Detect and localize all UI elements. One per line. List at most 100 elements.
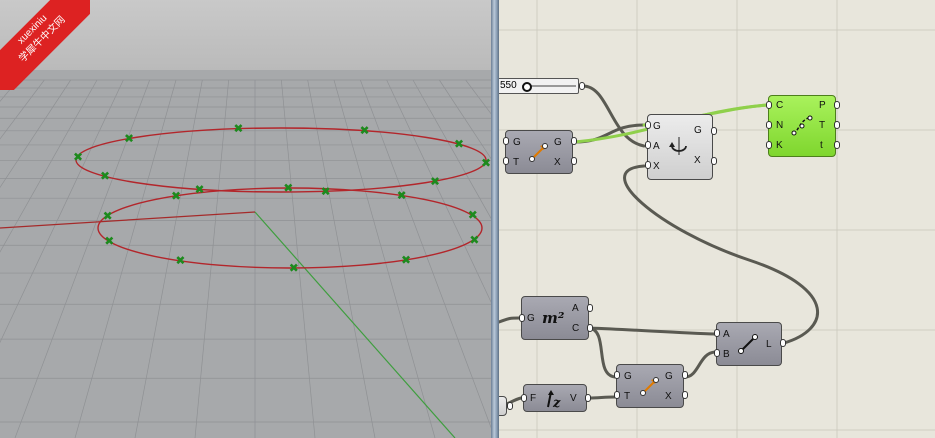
unitz-output-v: V xyxy=(570,393,577,404)
division-point-marker: ✖ xyxy=(283,181,293,195)
move2-input-g: G xyxy=(624,371,632,382)
port-nub[interactable] xyxy=(714,329,720,337)
rotate-icon xyxy=(669,137,687,155)
division-point-marker: ✖ xyxy=(359,124,369,138)
line-icon xyxy=(738,334,758,354)
unit-z-icon: z xyxy=(547,390,561,409)
port-nub[interactable] xyxy=(834,121,840,129)
rhino-viewport[interactable]: ✖ ✖ ✖ ✖ ✖ ✖ ✖ ✖ ✖ ✖ ✖ ✖ ✖ ✖ ✖ ✖ ✖ ✖ ✖ ✖ xuexiniu 学犀牛中文网 xyxy=(0,0,491,438)
rotate-input-x: X xyxy=(653,161,660,172)
move2-output-g: G xyxy=(665,371,673,382)
number-slider[interactable]: 550 xyxy=(499,78,579,94)
area-output-c: C xyxy=(572,323,580,334)
move-output-x: X xyxy=(554,157,561,168)
site-badge: xuexiniu 学犀牛中文网 xyxy=(0,0,90,90)
division-point-marker: ✖ xyxy=(468,208,478,222)
division-point-marker: ✖ xyxy=(73,150,83,164)
port-nub[interactable] xyxy=(571,137,577,145)
port-nub[interactable] xyxy=(682,391,688,399)
division-point-marker: ✖ xyxy=(100,169,110,183)
rotate-input-g: G xyxy=(653,121,661,132)
port-nub[interactable] xyxy=(585,394,591,402)
port-nub[interactable] xyxy=(834,101,840,109)
area-m2-icon: m² xyxy=(542,309,565,327)
rotate-component[interactable]: G A X G X xyxy=(647,114,713,180)
port-nub[interactable] xyxy=(766,121,772,129)
division-point-marker: ✖ xyxy=(397,188,407,202)
division-point-marker: ✖ xyxy=(175,254,185,268)
offscreen-stub-nub[interactable] xyxy=(507,402,513,410)
port-nub[interactable] xyxy=(682,371,688,379)
rotate-output-x: X xyxy=(694,155,701,166)
port-nub[interactable] xyxy=(614,371,620,379)
area-component[interactable]: G A C m² xyxy=(521,296,589,340)
divide-output-t: T xyxy=(819,120,826,131)
port-nub[interactable] xyxy=(571,157,577,165)
offscreen-component-stub[interactable] xyxy=(499,396,507,416)
move-arrow-icon xyxy=(529,143,548,162)
port-nub[interactable] xyxy=(645,141,651,149)
canvas-background xyxy=(499,0,935,438)
port-nub[interactable] xyxy=(587,324,593,332)
line-input-a: A xyxy=(723,329,730,340)
divide-curve-icon xyxy=(791,115,813,136)
division-point-marker: ✖ xyxy=(430,174,440,188)
svg-text:z: z xyxy=(552,396,561,409)
port-nub[interactable] xyxy=(834,141,840,149)
move2-arrow-icon xyxy=(640,377,659,396)
move-component-2[interactable]: G T G X xyxy=(616,364,684,408)
port-nub[interactable] xyxy=(780,339,786,347)
port-nub[interactable] xyxy=(503,137,509,145)
move-component[interactable]: G T G X xyxy=(505,130,573,174)
divide-output-t-lower: t xyxy=(820,140,823,151)
ground-plane xyxy=(0,70,491,438)
division-point-marker: ✖ xyxy=(103,209,113,223)
port-nub[interactable] xyxy=(519,314,525,322)
division-point-marker: ✖ xyxy=(321,184,331,198)
port-nub[interactable] xyxy=(521,394,527,402)
port-nub[interactable] xyxy=(711,157,717,165)
slider-output-nub[interactable] xyxy=(579,82,585,90)
division-point-marker: ✖ xyxy=(454,137,464,151)
division-point-marker: ✖ xyxy=(104,234,114,248)
division-point-marker: ✖ xyxy=(195,182,205,196)
move-input-g: G xyxy=(513,137,521,148)
line-component[interactable]: A B L xyxy=(716,322,782,366)
splitter-bar[interactable] xyxy=(491,0,499,438)
area-output-a: A xyxy=(572,303,579,314)
divide-curve-component[interactable]: C N K P T t xyxy=(768,95,836,157)
division-point-marker: ✖ xyxy=(289,261,299,275)
move2-input-t: T xyxy=(624,391,631,402)
line-output-l: L xyxy=(766,339,772,350)
unitz-input-f: F xyxy=(530,393,537,404)
slider-value: 550 xyxy=(500,80,517,91)
move-input-t: T xyxy=(513,157,520,168)
port-nub[interactable] xyxy=(714,349,720,357)
division-point-marker: ✖ xyxy=(469,233,479,247)
port-nub[interactable] xyxy=(711,127,717,135)
port-nub[interactable] xyxy=(587,304,593,312)
port-nub[interactable] xyxy=(645,121,651,129)
divide-input-n: N xyxy=(776,120,784,131)
grasshopper-canvas[interactable]: 550 G T G X G A X G X C N K P T t G A C … xyxy=(499,0,935,438)
divide-output-p: P xyxy=(819,100,826,111)
rotate-output-g: G xyxy=(694,125,702,136)
port-nub[interactable] xyxy=(645,161,651,169)
unit-z-component[interactable]: F V z xyxy=(523,384,587,412)
line-input-b: B xyxy=(723,349,730,360)
slider-knob[interactable] xyxy=(522,82,532,92)
division-point-marker: ✖ xyxy=(233,122,243,136)
rotate-input-a: A xyxy=(653,141,660,152)
area-input-g: G xyxy=(527,313,535,324)
division-point-marker: ✖ xyxy=(171,189,181,203)
division-point-marker: ✖ xyxy=(401,253,411,267)
port-nub[interactable] xyxy=(766,101,772,109)
port-nub[interactable] xyxy=(614,391,620,399)
port-nub[interactable] xyxy=(503,157,509,165)
divide-input-k: K xyxy=(776,140,783,151)
division-point-marker: ✖ xyxy=(481,156,491,170)
divide-input-c: C xyxy=(776,100,784,111)
port-nub[interactable] xyxy=(766,141,772,149)
move-output-g: G xyxy=(554,137,562,148)
division-point-marker: ✖ xyxy=(124,132,134,146)
